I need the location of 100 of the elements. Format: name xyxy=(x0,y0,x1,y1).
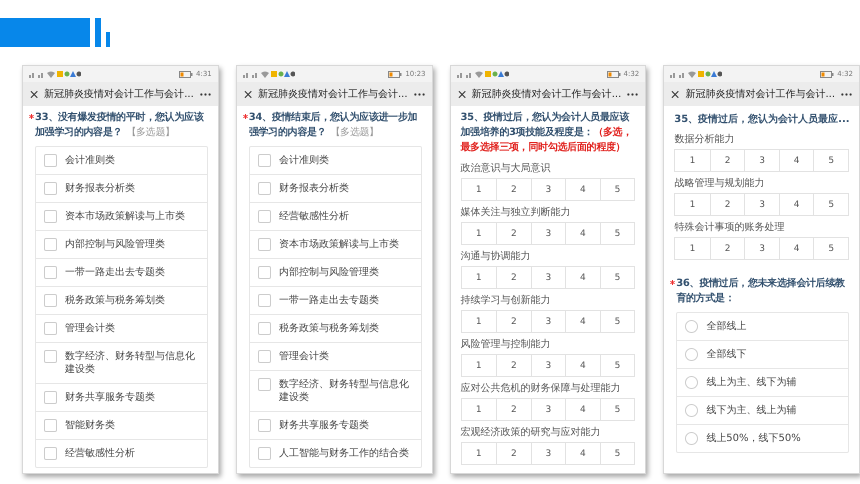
checkbox-option[interactable]: 管理会计类 xyxy=(36,314,207,342)
scale-option[interactable]: 4 xyxy=(565,179,600,200)
checkbox[interactable] xyxy=(44,391,57,404)
checkbox-option[interactable]: 数字经济、财务转型与信息化建设类 xyxy=(36,342,207,383)
checkbox[interactable] xyxy=(44,154,57,167)
checkbox-option[interactable]: 会计准则类 xyxy=(36,147,207,174)
scale-option[interactable]: 4 xyxy=(778,238,814,259)
scale-option[interactable]: 4 xyxy=(565,443,600,464)
more-icon[interactable] xyxy=(200,92,211,96)
checkbox-option[interactable]: 数字经济、财务转型与信息化建设类 xyxy=(250,370,420,411)
scale-option[interactable]: 5 xyxy=(600,223,634,244)
checkbox-option[interactable]: 智能财务类 xyxy=(36,411,207,439)
more-icon[interactable] xyxy=(841,92,852,96)
checkbox[interactable] xyxy=(258,154,271,167)
checkbox-option[interactable]: 人工智能与财务工作的结合类 xyxy=(250,439,420,467)
scale-option[interactable]: 2 xyxy=(496,179,531,200)
scale-option[interactable]: 4 xyxy=(778,194,814,215)
scale-option[interactable]: 2 xyxy=(710,238,744,259)
scale-option[interactable]: 2 xyxy=(496,355,531,376)
scale-option[interactable]: 3 xyxy=(530,443,566,464)
checkbox-option[interactable]: 财务报表分析类 xyxy=(36,174,207,202)
scale-option[interactable]: 4 xyxy=(565,223,600,244)
more-icon[interactable] xyxy=(414,92,424,96)
checkbox-option[interactable]: 财务共享服务专题类 xyxy=(250,411,420,439)
checkbox[interactable] xyxy=(258,419,271,432)
scale-option[interactable]: 1 xyxy=(462,443,496,464)
scale-option[interactable]: 5 xyxy=(600,355,634,376)
checkbox-option[interactable]: 财务报表分析类 xyxy=(250,174,420,202)
scale-option[interactable]: 5 xyxy=(600,399,634,420)
radio-button[interactable] xyxy=(685,376,698,389)
checkbox[interactable] xyxy=(258,322,271,335)
close-icon[interactable] xyxy=(458,90,466,98)
checkbox-option[interactable]: 会计准则类 xyxy=(250,147,420,174)
checkbox-option[interactable]: 一带一路走出去专题类 xyxy=(36,258,207,286)
scale-option[interactable]: 5 xyxy=(813,238,848,259)
scale-option[interactable]: 5 xyxy=(813,150,848,171)
scale-option[interactable]: 3 xyxy=(530,223,566,244)
checkbox[interactable] xyxy=(258,238,271,251)
checkbox-option[interactable]: 内部控制与风险管理类 xyxy=(250,258,420,286)
scale-option[interactable]: 5 xyxy=(600,443,634,464)
scale-option[interactable]: 4 xyxy=(565,355,600,376)
checkbox[interactable] xyxy=(44,210,57,223)
scale-option[interactable]: 1 xyxy=(462,267,496,288)
radio-option[interactable]: 全部线上 xyxy=(677,313,848,340)
close-icon[interactable] xyxy=(30,90,38,98)
scale-option[interactable]: 3 xyxy=(530,399,566,420)
checkbox[interactable] xyxy=(44,238,57,251)
checkbox-option[interactable]: 管理会计类 xyxy=(250,342,420,370)
radio-button[interactable] xyxy=(685,320,698,333)
checkbox[interactable] xyxy=(258,447,271,460)
scale-option[interactable]: 3 xyxy=(744,150,779,171)
scale-option[interactable]: 2 xyxy=(496,223,531,244)
radio-button[interactable] xyxy=(685,348,698,361)
scale-option[interactable]: 1 xyxy=(462,223,496,244)
scale-option[interactable]: 2 xyxy=(496,399,531,420)
checkbox[interactable] xyxy=(44,294,57,307)
scale-option[interactable]: 2 xyxy=(496,267,531,288)
checkbox-option[interactable]: 资本市场政策解读与上市类 xyxy=(36,202,207,230)
radio-option[interactable]: 线下为主、线上为辅 xyxy=(677,396,848,424)
scale-option[interactable]: 3 xyxy=(744,238,779,259)
checkbox-option[interactable]: 一带一路走出去专题类 xyxy=(250,286,420,314)
scale-option[interactable]: 1 xyxy=(462,355,496,376)
scale-option[interactable]: 2 xyxy=(496,443,531,464)
scale-option[interactable]: 1 xyxy=(462,179,496,200)
checkbox[interactable] xyxy=(44,350,57,363)
scale-option[interactable]: 3 xyxy=(530,267,566,288)
scale-option[interactable]: 3 xyxy=(530,355,566,376)
checkbox-option[interactable]: 经营敏感性分析 xyxy=(250,202,420,230)
scale-option[interactable]: 5 xyxy=(600,179,634,200)
scale-option[interactable]: 2 xyxy=(496,311,531,332)
checkbox-option[interactable]: 税务政策与税务筹划类 xyxy=(36,286,207,314)
checkbox[interactable] xyxy=(258,266,271,279)
radio-option[interactable]: 线上50%，线下50% xyxy=(677,424,848,452)
radio-button[interactable] xyxy=(685,404,698,417)
checkbox[interactable] xyxy=(258,210,271,223)
more-icon[interactable] xyxy=(627,92,638,96)
scale-option[interactable]: 4 xyxy=(565,267,600,288)
scale-option[interactable]: 4 xyxy=(565,311,600,332)
close-icon[interactable] xyxy=(244,90,252,98)
scale-option[interactable]: 3 xyxy=(530,311,566,332)
scale-option[interactable]: 4 xyxy=(565,399,600,420)
checkbox-option[interactable]: 资本市场政策解读与上市类 xyxy=(250,230,420,258)
scale-option[interactable]: 3 xyxy=(744,194,779,215)
scale-option[interactable]: 1 xyxy=(462,399,496,420)
scale-option[interactable]: 2 xyxy=(710,194,744,215)
checkbox[interactable] xyxy=(258,182,271,195)
checkbox[interactable] xyxy=(44,447,57,460)
scale-option[interactable]: 4 xyxy=(778,150,814,171)
checkbox-option[interactable]: 内部控制与风险管理类 xyxy=(36,230,207,258)
checkbox[interactable] xyxy=(44,322,57,335)
close-icon[interactable] xyxy=(671,90,680,98)
scale-option[interactable]: 3 xyxy=(530,179,566,200)
scale-option[interactable]: 1 xyxy=(675,194,710,215)
scale-option[interactable]: 1 xyxy=(462,311,496,332)
checkbox-option[interactable]: 财务共享服务专题类 xyxy=(36,383,207,411)
scale-option[interactable]: 5 xyxy=(600,311,634,332)
checkbox-option[interactable]: 税务政策与税务筹划类 xyxy=(250,314,420,342)
radio-option[interactable]: 全部线下 xyxy=(677,340,848,368)
checkbox[interactable] xyxy=(258,350,271,363)
checkbox[interactable] xyxy=(44,266,57,279)
